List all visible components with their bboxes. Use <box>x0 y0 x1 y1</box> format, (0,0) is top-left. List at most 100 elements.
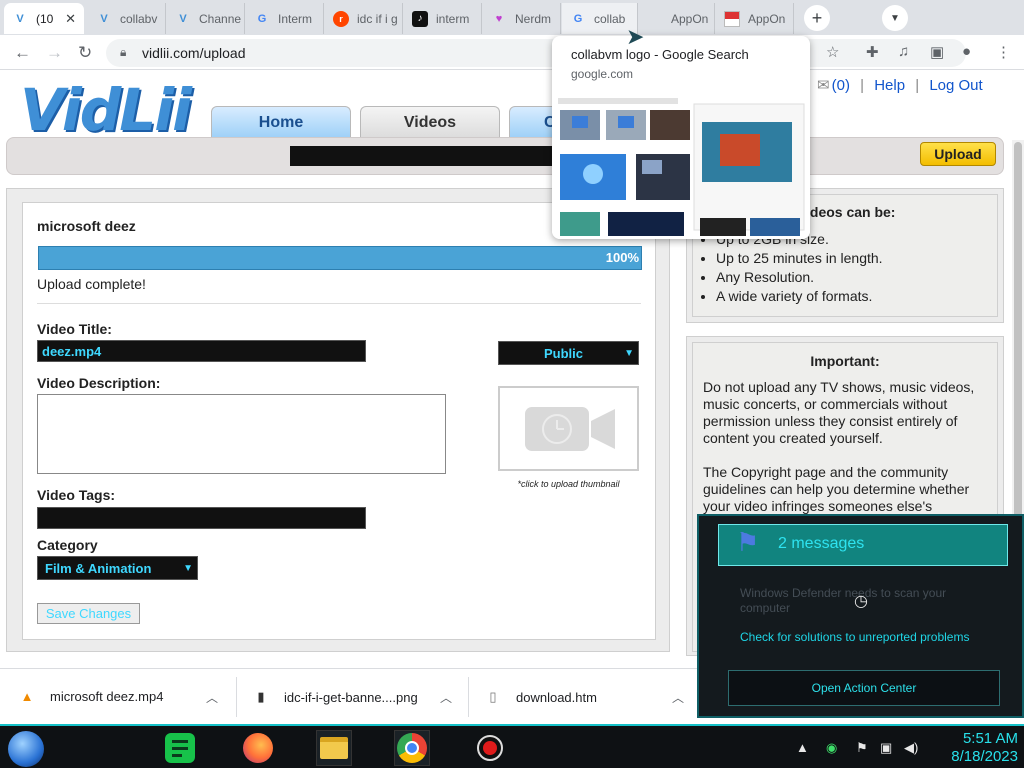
nav-tab-videos[interactable]: Videos <box>360 106 500 138</box>
tab-appon-1[interactable]: AppOn <box>639 3 715 34</box>
chevron-up-icon[interactable]: ︿ <box>440 689 452 706</box>
logout-link[interactable]: Log Out <box>929 77 982 94</box>
video-title-input[interactable]: deez.mp4 <box>37 340 366 362</box>
tab-title: interm <box>436 11 470 26</box>
chevron-up-icon[interactable]: ︿ <box>672 689 684 706</box>
back-arrow-icon[interactable]: ← <box>14 43 31 63</box>
page-preview-thumbnail <box>552 94 810 239</box>
category-value: Film & Animation <box>45 560 152 576</box>
separator: | <box>915 77 920 94</box>
start-orb-icon[interactable] <box>8 731 44 767</box>
firefox-icon[interactable] <box>240 730 276 766</box>
hover-card-preview <box>552 94 810 239</box>
extensions-icon[interactable]: ✚ <box>866 43 879 61</box>
tab-title: collabv <box>120 11 158 26</box>
nav-tab-home[interactable]: Home <box>211 106 351 138</box>
side-panel-icon[interactable]: ▣ <box>930 43 944 61</box>
system-clock[interactable]: 5:51 AM 8/18/2023 <box>918 730 1018 766</box>
rule-item: A wide variety of formats. <box>716 287 883 306</box>
url-text[interactable]: vidlii.com/upload <box>142 45 246 61</box>
download-item[interactable]: ▮ idc-if-i-get-banne....png <box>252 689 418 705</box>
tab-channel[interactable]: V Channe <box>167 3 245 34</box>
download-item[interactable]: ▯ download.htm <box>484 689 597 705</box>
lock-icon[interactable]: 🔒︎ <box>120 45 126 60</box>
tab-hover-card: collabvm logo - Google Search google.com <box>552 36 810 239</box>
menu-kebab-icon[interactable]: ⋮ <box>996 43 1011 61</box>
tab-reddit[interactable]: r idc if i g <box>325 3 403 34</box>
vidlii-icon: V <box>16 12 24 25</box>
record-icon[interactable] <box>472 730 508 766</box>
chevron-down-icon: ▼ <box>890 12 900 24</box>
privacy-select[interactable]: Public ▼ <box>498 341 639 365</box>
open-action-center-button[interactable]: Open Action Center <box>728 670 1000 706</box>
action-center-flag-icon[interactable]: ⚑ <box>856 740 868 756</box>
search-input[interactable] <box>290 146 560 166</box>
clock-date: 8/18/2023 <box>951 748 1018 765</box>
user-links: unt ✉(0) | Help | Log Out <box>780 76 983 94</box>
taskbar: ▲ ◉ ⚑ ▣ ◀) 5:51 AM 8/18/2023 <box>0 724 1024 768</box>
rule-item: Up to 25 minutes in length. <box>716 249 883 268</box>
save-changes-button[interactable]: Save Changes <box>37 603 140 624</box>
divider <box>468 677 469 717</box>
vidlii-logo[interactable]: VidLii <box>20 76 192 144</box>
bookmark-star-icon[interactable]: ☆ <box>826 43 839 61</box>
chrome-icon[interactable] <box>394 730 430 766</box>
network-icon[interactable]: ▣ <box>880 740 892 756</box>
upload-button[interactable]: Upload <box>920 142 996 166</box>
tab-search-button[interactable]: ▼ <box>882 5 908 31</box>
volume-icon[interactable]: ◀) <box>904 740 918 756</box>
tab-title: Channe <box>199 11 242 26</box>
profile-icon[interactable]: ● <box>962 43 971 60</box>
tab-title: idc if i g <box>357 11 398 26</box>
document-icon: ▯ <box>489 689 497 704</box>
rules-title: ideos can be: <box>806 204 896 220</box>
tab-tiktok[interactable]: ♪ interm <box>404 3 482 34</box>
category-select[interactable]: Film & Animation ▼ <box>37 556 198 580</box>
messages-count: 2 messages <box>778 535 865 552</box>
close-icon[interactable]: ✕ <box>65 11 76 27</box>
inbox-count-link[interactable]: (0) <box>832 77 850 94</box>
notes-app-icon[interactable] <box>162 730 198 766</box>
tab-collabvm[interactable]: V collabv <box>88 3 166 34</box>
thumbnail-caption: *click to upload thumbnail <box>517 479 620 489</box>
browser-tab-strip: V (10 ✕ V collabv V Channe G Interm r id… <box>0 0 1024 35</box>
help-link[interactable]: Help <box>874 77 905 94</box>
security-tray-icon[interactable]: ◉ <box>826 740 837 756</box>
media-controls-icon[interactable]: ♫ <box>898 43 909 60</box>
tab-title: AppOn <box>671 11 709 26</box>
image-file-icon: ▮ <box>257 689 265 704</box>
category-label: Category <box>37 537 98 553</box>
tiktok-icon: ♪ <box>412 10 428 27</box>
mail-icon[interactable]: ✉ <box>817 77 830 94</box>
video-description-textarea[interactable] <box>37 394 446 474</box>
file-explorer-icon[interactable] <box>316 730 352 766</box>
tab-interm-google[interactable]: G Interm <box>246 3 324 34</box>
check-solutions-link[interactable]: Check for solutions to unreported proble… <box>740 630 969 644</box>
video-tags-label: Video Tags: <box>37 487 116 503</box>
forward-arrow-icon[interactable]: → <box>46 43 63 63</box>
video-tags-input[interactable] <box>37 507 366 529</box>
show-hidden-icons-icon[interactable]: ▲ <box>796 740 809 755</box>
reload-icon[interactable]: ↻ <box>78 43 92 63</box>
download-filename: idc-if-i-get-banne....png <box>284 689 418 705</box>
download-item[interactable]: ▲ microsoft deez.mp4 <box>18 689 164 704</box>
separator: | <box>860 77 865 94</box>
tab-appon-2[interactable]: AppOn <box>716 3 794 34</box>
clock-time: 5:51 AM <box>962 730 1018 747</box>
chevron-up-icon[interactable]: ︿ <box>206 689 218 706</box>
mouse-cursor-icon: ➤ <box>626 24 645 49</box>
upload-file-name: microsoft deez <box>37 218 136 234</box>
upload-progress-bar: 100% <box>38 246 642 270</box>
important-paragraph-2: The Copyright page and the community gui… <box>703 464 970 514</box>
nerdm-icon: ♥ <box>495 12 503 25</box>
privacy-value: Public <box>543 345 583 361</box>
tab-nerdm[interactable]: ♥ Nerdm <box>483 3 561 34</box>
thumbnail-upload[interactable] <box>498 386 639 471</box>
video-description-label: Video Description: <box>37 375 161 391</box>
flag-icon <box>724 10 740 27</box>
hover-card-domain: google.com <box>571 67 634 81</box>
tab-vidlii-upload[interactable]: V (10 ✕ <box>4 3 84 34</box>
new-tab-button[interactable]: + <box>804 5 830 31</box>
flag-icon: ⚑ <box>736 527 760 557</box>
video-camera-icon <box>524 406 615 451</box>
